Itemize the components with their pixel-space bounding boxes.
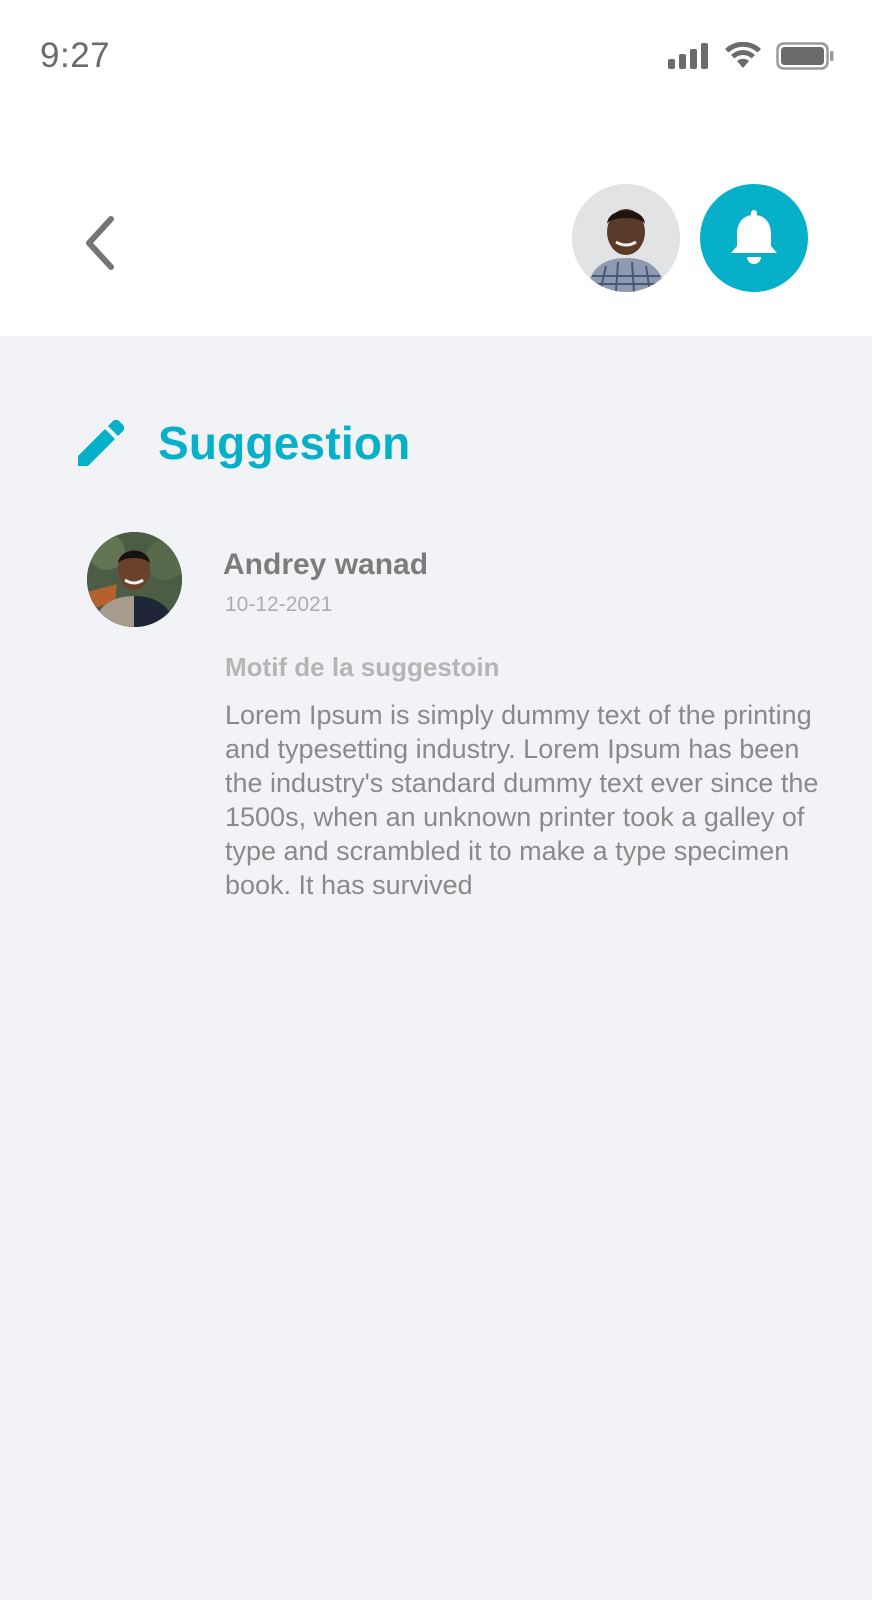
status-bar: 9:27	[0, 0, 872, 110]
section-header: Suggestion	[78, 416, 410, 470]
author-name: Andrey wanad	[223, 548, 429, 581]
motif-label: Motif de la suggestoin	[225, 652, 500, 682]
signal-icon	[668, 43, 708, 69]
wifi-icon	[725, 42, 761, 68]
user-avatar[interactable]	[572, 184, 680, 292]
author-avatar-image	[87, 532, 182, 627]
back-button[interactable]	[76, 210, 122, 276]
author-avatar[interactable]	[87, 532, 182, 627]
status-icons	[668, 42, 834, 70]
pencil-icon	[78, 420, 124, 466]
page-title: Suggestion	[158, 417, 411, 469]
suggestion-body: Lorem Ipsum is simply dummy text of the …	[225, 700, 819, 900]
app-header	[0, 110, 872, 336]
battery-icon	[776, 42, 834, 70]
main-content: Suggestion Andrey wanad 10-12-2021 Motif…	[0, 336, 872, 1600]
bell-icon	[731, 210, 777, 264]
notification-button[interactable]	[700, 184, 808, 292]
status-time: 9:27	[40, 36, 111, 75]
chevron-left-icon	[86, 216, 114, 270]
post-date: 10-12-2021	[225, 593, 333, 616]
user-avatar-image	[572, 184, 680, 292]
